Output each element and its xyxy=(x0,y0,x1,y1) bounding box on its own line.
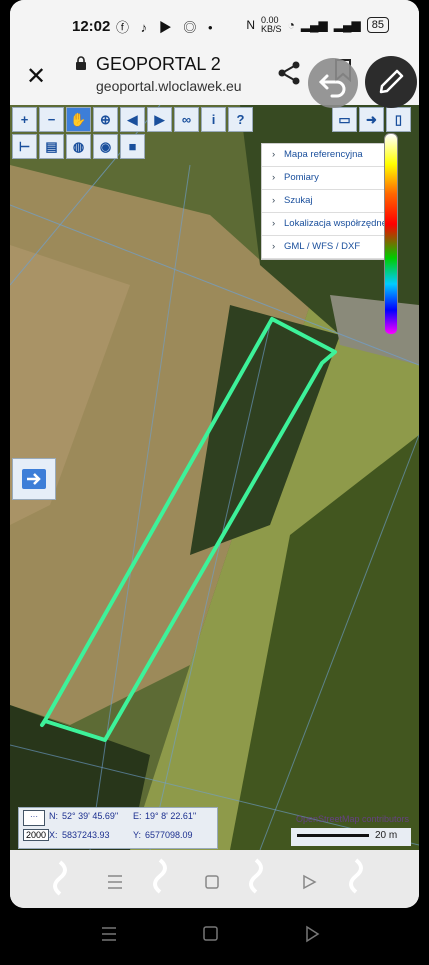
signal-icon: ▂▄▆ xyxy=(300,18,328,32)
x-coordinate: 5837243.93 xyxy=(62,830,110,840)
system-navigation-bar xyxy=(0,908,429,960)
panel-arrow-icon[interactable]: ➜ xyxy=(359,107,384,132)
arrow-left-icon[interactable]: ◀ xyxy=(120,107,145,132)
coordinates-panel: ··· N: 52° 39' 45.69'' E: 19° 8' 22.61''… xyxy=(18,807,218,849)
color-picker-bar[interactable] xyxy=(384,133,398,335)
system-nav-icons xyxy=(102,925,320,943)
lock-icon xyxy=(76,56,86,70)
menu-lines-icon[interactable] xyxy=(108,875,122,889)
share-icon[interactable] xyxy=(276,60,302,86)
bottom-bar xyxy=(10,850,419,908)
link-icon[interactable]: ∞ xyxy=(174,107,199,132)
arrow-right-icon[interactable]: ▶ xyxy=(147,107,172,132)
print-icon[interactable]: ▤ xyxy=(39,134,64,159)
tiktok-icon: ♪ xyxy=(140,20,152,35)
scale-line xyxy=(297,834,369,837)
page-url: geoportal.wloclawek.eu xyxy=(96,78,242,94)
zoom-box-icon[interactable]: ⊕ xyxy=(93,107,118,132)
undo-icon xyxy=(318,74,346,98)
close-button[interactable]: ✕ xyxy=(26,62,46,91)
projection-icon: ··· xyxy=(23,810,45,826)
battery-icon: 85 xyxy=(366,17,389,33)
signal-icon-2: ▂▄▆ xyxy=(333,18,361,32)
measure-icon[interactable]: ⊢ xyxy=(12,134,37,159)
back-triangle-icon[interactable] xyxy=(303,874,317,890)
y-coordinate: 6577098.09 xyxy=(145,830,193,840)
zoom-in-icon[interactable]: + xyxy=(12,107,37,132)
back-icon[interactable] xyxy=(306,925,320,943)
location-target-icon[interactable]: ◉ xyxy=(93,134,118,159)
home-square-icon[interactable] xyxy=(205,875,219,889)
status-right: N 0.00 KB/S ◔ ▂▄▆ ▂▄▆ 85 xyxy=(246,16,389,34)
youtube-icon: ▶ xyxy=(158,20,176,35)
panel-sidebar-icon[interactable]: ▯ xyxy=(386,107,411,132)
globe-icon[interactable]: ◍ xyxy=(66,134,91,159)
recent-apps-icon[interactable] xyxy=(102,927,116,941)
squiggle-icon[interactable] xyxy=(53,860,67,896)
menu-item-measurements[interactable]: Pomiary xyxy=(262,167,388,190)
more-icon: • xyxy=(208,20,217,35)
latitude-value: 52° 39' 45.69'' xyxy=(62,811,119,821)
info-icon[interactable]: i xyxy=(201,107,226,132)
longitude-value: 19° 8' 22.61'' xyxy=(145,811,197,821)
page-title: GEOPORTAL 2 xyxy=(96,54,221,74)
expand-panel-button[interactable] xyxy=(12,458,56,500)
menu-item-gml-export[interactable]: GML / WFS / DXF xyxy=(262,236,388,259)
nfc-icon: N xyxy=(246,18,256,32)
menu-item-reference-map[interactable]: Mapa referencyjna xyxy=(262,144,388,167)
status-time: 12:02 xyxy=(72,18,111,35)
menu-item-coordinates[interactable]: Lokalizacja współrzędne xyxy=(262,213,388,236)
zoom-out-icon[interactable]: − xyxy=(39,107,64,132)
status-bar: 12:02 ⓕ ♪ ▶ ◎ • N 0.00 KB/S ◔ ▂▄▆ ▂▄▆ 85 xyxy=(10,0,419,50)
home-icon[interactable] xyxy=(203,926,218,941)
edit-button[interactable] xyxy=(365,56,417,108)
phone-screen: 12:02 ⓕ ♪ ▶ ◎ • N 0.00 KB/S ◔ ▂▄▆ ▂▄▆ 85… xyxy=(10,0,419,908)
menu-item-search[interactable]: Szukaj xyxy=(262,190,388,213)
bottom-icons xyxy=(53,858,363,896)
undo-button[interactable] xyxy=(308,58,358,108)
info-help-icon[interactable]: ? xyxy=(228,107,253,132)
map-attribution[interactable]: OpenStreetMap contributors xyxy=(296,814,409,824)
pan-hand-icon[interactable]: ✋ xyxy=(66,107,91,132)
instagram-icon: ◎ xyxy=(183,20,201,35)
panel-buttons: ▭ ➜ ▯ xyxy=(332,107,411,132)
epsg-code[interactable]: 2000 xyxy=(23,829,50,841)
camera-icon[interactable]: ■ xyxy=(120,134,145,159)
squiggle-icon[interactable] xyxy=(153,858,167,894)
facebook-icon: ⓕ xyxy=(116,20,134,35)
pencil-icon xyxy=(379,69,404,94)
scale-bar: 20 m xyxy=(291,828,411,846)
notification-icons: ⓕ ♪ ▶ ◎ • xyxy=(116,17,217,36)
map-view[interactable]: + − ✋ ⊕ ◀ ▶ ∞ i ? ⊢ ▤ ◍ ◉ ■ ▭ ➜ ▯ Mapa r… xyxy=(10,105,419,850)
map-toolbar: + − ✋ ⊕ ◀ ▶ ∞ i ? ⊢ ▤ ◍ ◉ ■ xyxy=(12,107,262,159)
squiggle-icon[interactable] xyxy=(349,858,363,894)
arrow-right-icon xyxy=(22,469,46,489)
wifi-icon: ◔ xyxy=(287,18,295,32)
map-menu: Mapa referencyjna Pomiary Szukaj Lokaliz… xyxy=(261,143,389,260)
speed-indicator: 0.00 KB/S xyxy=(261,15,282,34)
window-icon[interactable]: ▭ xyxy=(332,107,357,132)
squiggle-icon[interactable] xyxy=(249,858,263,894)
scale-label: 20 m xyxy=(375,830,398,841)
